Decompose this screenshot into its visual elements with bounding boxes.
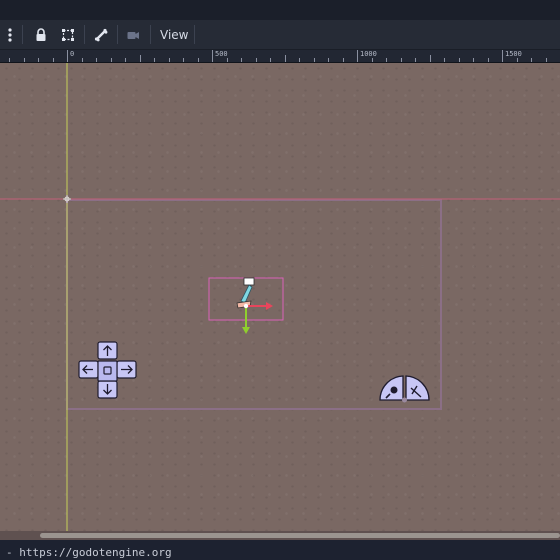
sword-sprite [236, 277, 255, 309]
ruler-tick [140, 55, 141, 62]
ruler-tick [459, 58, 460, 62]
bone-button[interactable] [90, 23, 112, 46]
ruler-tick [444, 58, 445, 62]
dpad-down-button[interactable] [97, 380, 118, 399]
ruler-tick [256, 58, 257, 62]
transform-gizmo[interactable] [242, 302, 273, 334]
ruler-tick [241, 58, 242, 62]
camera-button[interactable] [122, 23, 144, 46]
ruler-tick [401, 58, 402, 62]
ruler-tick [183, 58, 184, 62]
ruler-tick [357, 50, 358, 62]
special-button[interactable] [405, 375, 430, 401]
ruler-tick [430, 55, 431, 62]
ruler-tick [285, 55, 286, 62]
ruler-tick [9, 58, 10, 62]
ruler-tick [67, 50, 68, 62]
status-url-text: - https://godotengine.org [6, 546, 172, 559]
canvas-overlay [0, 63, 560, 543]
top-strip [0, 0, 560, 20]
origin-marker [63, 195, 71, 203]
toolbar-separator [117, 25, 118, 44]
action-pivot [402, 397, 407, 403]
scrollbar-thumb[interactable] [40, 533, 560, 538]
ruler-tick [111, 58, 112, 62]
ruler-tick [502, 50, 503, 62]
view-menu-label: View [160, 27, 189, 42]
dpad-control[interactable] [78, 341, 137, 399]
ruler-tick [125, 58, 126, 62]
toolbar-separator [150, 25, 151, 44]
canvas-toolbar: View [0, 20, 560, 50]
horizontal-ruler[interactable]: 0 500 1000 1500 [0, 50, 560, 63]
dpad-up-button[interactable] [97, 341, 118, 360]
lock-button[interactable] [30, 23, 52, 46]
ruler-label: 500 [215, 50, 228, 58]
attack-button[interactable] [379, 375, 404, 401]
horizontal-scrollbar[interactable] [0, 531, 560, 540]
ruler-tick [270, 58, 271, 62]
ruler-tick [343, 58, 344, 62]
ruler-tick [24, 58, 25, 62]
ruler-tick [169, 58, 170, 62]
ruler-label: 1500 [505, 50, 522, 58]
ruler-tick [328, 58, 329, 62]
ruler-tick [227, 58, 228, 62]
ruler-tick [82, 58, 83, 62]
ruler-tick [299, 58, 300, 62]
canvas-viewport[interactable] [0, 63, 560, 543]
toolbar-separator [194, 25, 195, 44]
ruler-tick [314, 58, 315, 62]
more-options-button[interactable] [0, 23, 16, 46]
selected-node[interactable] [208, 277, 284, 334]
more-options-icon [8, 27, 12, 42]
dpad-center-button[interactable] [97, 360, 118, 382]
camera-icon [127, 31, 139, 39]
ruler-label: 0 [70, 50, 75, 58]
group-icon [62, 28, 74, 41]
ruler-tick [488, 58, 489, 62]
ruler-tick [53, 58, 54, 62]
ruler-tick [154, 58, 155, 62]
output-status-bar: - https://godotengine.org [0, 540, 560, 560]
ruler-tick [546, 58, 547, 62]
dpad-left-button[interactable] [78, 360, 99, 379]
ruler-tick [372, 58, 373, 62]
ruler-tick [517, 58, 518, 62]
ruler-tick [38, 58, 39, 62]
ruler-tick [415, 58, 416, 62]
group-button[interactable] [57, 23, 79, 46]
bone-icon [94, 28, 108, 41]
ruler-tick [531, 58, 532, 62]
ruler-tick [96, 58, 97, 62]
ruler-tick [386, 58, 387, 62]
action-buttons-control[interactable] [379, 375, 430, 403]
dpad-right-button[interactable] [116, 360, 137, 379]
toolbar-separator [22, 25, 23, 44]
ruler-tick [212, 50, 213, 62]
toolbar-separator [84, 25, 85, 44]
lock-icon [36, 27, 46, 41]
ruler-tick [198, 58, 199, 62]
ruler-tick [473, 58, 474, 62]
view-menu[interactable]: View [154, 23, 194, 46]
editor-window: View 0 500 1000 1500 - https://godotengi… [0, 0, 560, 560]
ruler-label: 1000 [360, 50, 377, 58]
